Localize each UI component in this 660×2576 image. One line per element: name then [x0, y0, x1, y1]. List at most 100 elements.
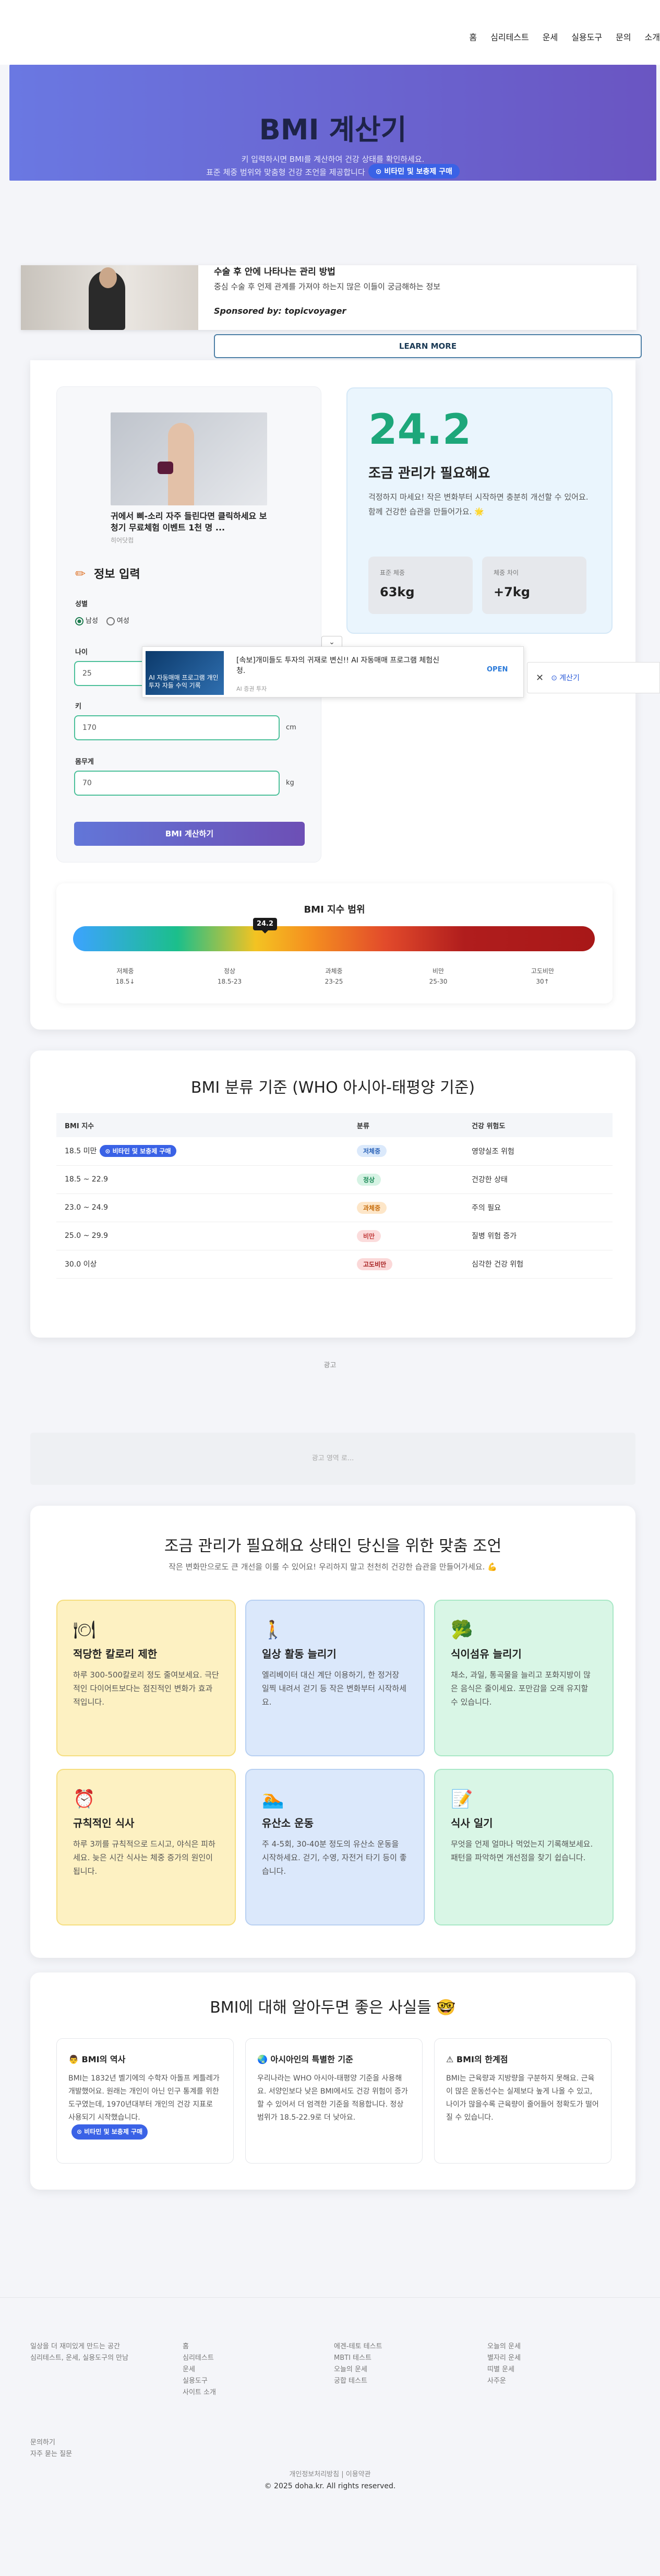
pencil-icon: ✏: [75, 566, 86, 581]
bmi-message: 걱정하지 마세요! 작은 변화부터 시작하면 충분히 개선할 수 있어요. 함께…: [368, 492, 589, 516]
facts-title: BMI에 대해 알아두면 좋은 사실들 🤓: [210, 1999, 456, 2017]
broccoli-icon: 🥦: [451, 1620, 473, 1640]
footer-copyright: © 2025 doha.kr. All rights reserved.: [264, 2482, 396, 2490]
vitamin-purchase-pill[interactable]: ⊙ 비타민 및 보충제 구매: [368, 164, 460, 179]
gender-radio-group: 남성 여성: [75, 615, 129, 625]
ad-close-bar: ✕ ⊙ 계산기: [527, 662, 660, 693]
fact-card: 👨 BMI의 역사 BMI는 1832년 벨기에의 수학자 아돌프 케틀레가 개발…: [56, 2038, 234, 2164]
table-header: 분류: [349, 1113, 463, 1137]
globe-icon: 🌏: [257, 2054, 268, 2064]
swimmer-icon: 🏊: [262, 1789, 284, 1810]
table-row: 25.0 ~ 29.9 비만 질병 위험 증가: [56, 1222, 613, 1250]
gender-male-radio[interactable]: 남성: [75, 615, 98, 625]
ad-placeholder: 광고 영역 로...: [30, 1433, 635, 1485]
table-row: 23.0 ~ 24.9 과체중 주의 필요: [56, 1194, 613, 1222]
vitamin-purchase-pill[interactable]: ⊙ 비타민 및 보충제 구매: [71, 2124, 148, 2140]
table-row: 18.5 ~ 22.9 정상 건강한 상태: [56, 1165, 613, 1194]
tips-title: 조금 관리가 필요해요 상태인 당신을 위한 맞춤 조언: [164, 1537, 502, 1555]
gender-female-radio[interactable]: 여성: [106, 615, 129, 625]
ad-description: 중심 수술 후 언제 관계를 가져야 하는지 많은 이들이 궁금해하는 정보: [214, 282, 441, 291]
sponsored-ad[interactable]: 수술 후 안에 나타나는 관리 방법 중심 수술 후 언제 관계를 가져야 하는…: [21, 265, 637, 330]
height-unit: cm: [286, 724, 296, 731]
ad-image[interactable]: [111, 412, 267, 505]
footer-faq-link[interactable]: 자주 묻는 질문: [30, 2449, 128, 2460]
table-header: 건강 위험도: [463, 1113, 613, 1137]
tip-card: 📝 식사 일기 무엇을 언제 얼마나 먹었는지 기록해보세요. 패턴을 파악하면 개…: [434, 1769, 614, 1925]
walking-icon: 🚶: [262, 1620, 284, 1640]
range-label-normal: 정상 18.5-23: [217, 967, 242, 985]
calculator-link[interactable]: ⊙ 계산기: [551, 672, 580, 683]
site-header: 홈 심리테스트 운세 실용도구 문의 소개: [0, 0, 660, 65]
ad-sponsor: Sponsored by: topicvoyager: [214, 306, 346, 316]
tips-subtitle: 작은 변화만으로도 큰 개선을 이룰 수 있어요! 우리하지 말고 천천히 건강…: [169, 1562, 497, 1571]
alarm-clock-icon: ⏰: [73, 1789, 95, 1810]
footer-fortune: 오늘의 운세 별자리 운세 띠별 운세 사주운: [487, 2343, 521, 2385]
classification-table: BMI 지수 분류 건강 위험도 18.5 미만 ⊙ 비타민 및 보충제 구매 저체…: [56, 1113, 613, 1279]
footer-about: 일상을 더 재미있게 만드는 공간 심리테스트, 운세, 실용도구의 만남 문의하…: [30, 2341, 128, 2460]
height-label: 키: [75, 703, 81, 711]
ad-title: 수술 후 안에 나타나는 관리 방법: [214, 267, 335, 277]
weight-unit: kg: [286, 779, 294, 787]
nav-tools[interactable]: 실용도구: [571, 30, 602, 43]
footer-nav: 홈 심리테스트 운세 실용도구 사이트 소개: [183, 2343, 216, 2396]
bmi-category: 조금 관리가 필요해요: [368, 466, 490, 481]
weight-diff-stat: 체중 차이 +7kg: [482, 557, 586, 614]
person-icon: 👨: [68, 2054, 79, 2064]
warning-icon: ⚠: [446, 2054, 454, 2064]
bmi-value: 24.2: [368, 405, 472, 454]
popup-ad[interactable]: AI 자동매매 프로그램 개인투자 자들 수익 기록 [속보]개미들도 투자의 …: [142, 646, 524, 698]
fact-card: ⚠ BMI의 한계점 BMI는 근육량과 지방량을 구분하지 못해요. 근육이 많…: [434, 2038, 611, 2164]
gender-label: 성별: [75, 600, 88, 608]
ad-title[interactable]: 귀에서 삐-소리 자주 들린다면 클릭하세요 보청기 무료체험 이벤트 1천 명…: [111, 511, 267, 534]
nav-contact[interactable]: 문의: [616, 30, 631, 43]
tip-card: 🥦 식이섬유 늘리기 채소, 과일, 통곡물을 늘리고 포화지방이 많은 음식은 줄…: [434, 1600, 614, 1756]
memo-icon: 📝: [451, 1789, 473, 1810]
form-heading: ✏ 정보 입력: [75, 566, 140, 581]
page-title: BMI 계산기: [259, 113, 407, 146]
ad-image: [21, 265, 198, 330]
hero-banner: BMI 계산기 키 입력하시면 BMI를 계산하여 건강 상태를 확인하세요. …: [9, 65, 656, 181]
table-header: BMI 지수: [56, 1113, 349, 1137]
calculate-button[interactable]: BMI 계산하기: [74, 822, 305, 846]
hero-subtitle: 키 입력하시면 BMI를 계산하여 건강 상태를 확인하세요.: [241, 155, 425, 164]
footer-tests: 에겐-테토 테스트 MBTI 테스트 오늘의 운세 궁합 테스트: [334, 2343, 382, 2385]
bmi-marker: 24.2: [253, 918, 277, 933]
footer-contact-link[interactable]: 문의하기: [30, 2437, 128, 2449]
nav-fortune[interactable]: 운세: [543, 30, 558, 43]
close-icon[interactable]: ✕: [536, 672, 544, 683]
bmi-gradient-bar: [73, 926, 595, 951]
range-label-severe: 고도비만 30↑: [531, 967, 555, 985]
age-label: 나이: [75, 648, 88, 656]
range-label-obese: 비만 25-30: [429, 967, 448, 985]
standard-weight-stat: 표준 체중 63kg: [368, 557, 473, 614]
table-row: 30.0 이상 고도비만 심각한 건강 위험: [56, 1250, 613, 1279]
tip-card: 🏊 유산소 운동 주 4-5회, 30-40분 정도의 유산소 운동을 시작하세요.…: [245, 1769, 425, 1925]
ad-source: 히어닷컴: [111, 537, 134, 544]
tip-card: 🍽 적당한 칼로리 제한 하루 300-500칼로리 정도 줄여보세요. 극단적인 …: [56, 1600, 236, 1756]
ad-image: AI 자동매매 프로그램 개인투자 자들 수익 기록: [146, 651, 224, 695]
nav-psych-test[interactable]: 심리테스트: [490, 30, 529, 43]
tip-card: 🚶 일상 활동 늘리기 엘리베이터 대신 계단 이용하기, 한 정거장 일찍 내려서…: [245, 1600, 425, 1756]
weight-input[interactable]: 70: [74, 771, 280, 796]
table-row: 18.5 미만 ⊙ 비타민 및 보충제 구매 저체중 영양실조 위험: [56, 1137, 613, 1166]
plate-icon: 🍽: [73, 1620, 96, 1640]
hero-subtitle-2: 표준 체중 범위와 맞춤형 건강 조언을 제공합니다 ⊙ 비타민 및 보충제 구매: [9, 164, 656, 180]
classification-title: BMI 분류 기준 (WHO 아시아-태평양 기준): [190, 1079, 475, 1097]
ad-open-button[interactable]: OPEN: [487, 666, 508, 673]
learn-more-button[interactable]: LEARN MORE: [214, 334, 642, 358]
ad-source: AI 증권 투자: [236, 686, 267, 692]
weight-label: 몸무게: [75, 758, 94, 766]
range-label-underweight: 저체중 18.5↓: [115, 967, 135, 985]
ad-title: [속보]개미들도 투자의 귀재로 변신!! AI 자동매매 프로그램 체험신청.: [236, 656, 440, 675]
range-title: BMI 지수 범위: [304, 904, 365, 915]
height-input[interactable]: 170: [74, 715, 280, 740]
fact-card: 🌏 아시아인의 특별한 기준 우리나라는 WHO 아시아-태평양 기준을 사용해요…: [245, 2038, 423, 2164]
vitamin-purchase-pill[interactable]: ⊙ 비타민 및 보충제 구매: [100, 1145, 176, 1157]
nav-home[interactable]: 홈: [469, 30, 477, 43]
nav-about[interactable]: 소개: [645, 30, 660, 43]
footer-policy-links[interactable]: 개인정보처리방침 | 이용약관: [0, 2468, 660, 2478]
ad-label: 광고: [323, 1362, 337, 1369]
tip-card: ⏰ 규칙적인 식사 하루 3끼를 규칙적으로 드시고, 야식은 피하세요. 늦은 시…: [56, 1769, 236, 1925]
main-nav: 홈 심리테스트 운세 실용도구 문의 소개: [469, 30, 660, 43]
range-label-overweight: 과체중 23-25: [325, 967, 343, 985]
